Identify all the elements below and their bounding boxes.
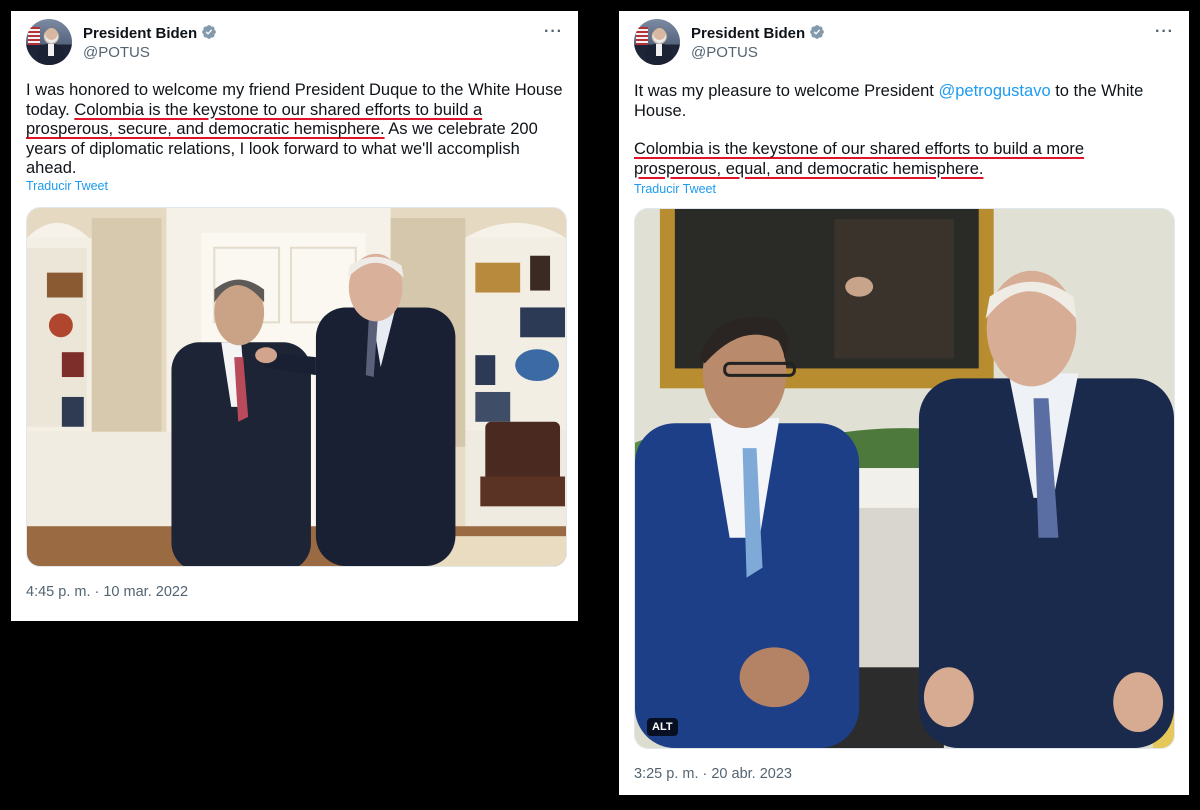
author-handle[interactable]: @POTUS xyxy=(83,44,150,61)
avatar-shirt xyxy=(48,44,54,56)
avatar[interactable] xyxy=(26,19,72,65)
alt-text-badge[interactable]: ALT xyxy=(647,718,678,736)
verified-badge-icon xyxy=(810,25,825,39)
underlined-quote: Colombia is the keystone of our shared e… xyxy=(634,140,1085,178)
tweet-header: President Biden @POTUS ··· xyxy=(26,19,563,67)
author-handle[interactable]: @POTUS xyxy=(691,44,758,61)
avatar-shirt xyxy=(656,44,662,56)
flag-decor xyxy=(636,27,648,45)
tweet-paragraph: Colombia is the keystone of our shared e… xyxy=(634,140,1174,179)
tweet-card-2022[interactable]: President Biden @POTUS ··· I was honored… xyxy=(11,11,578,621)
more-options-icon[interactable]: ··· xyxy=(1155,23,1174,41)
author-name-text[interactable]: President Biden xyxy=(83,25,197,42)
tweet-timestamp[interactable]: 3:25 p. m. · 20 abr. 2023 xyxy=(634,766,792,782)
flag-decor xyxy=(28,27,40,45)
more-options-icon[interactable]: ··· xyxy=(544,23,563,41)
oval-office-photo xyxy=(635,209,1174,748)
avatar-head xyxy=(45,28,58,43)
avatar-head xyxy=(653,28,666,43)
tweet-header: President Biden @POTUS ··· xyxy=(634,19,1174,67)
author-name[interactable]: President Biden xyxy=(83,24,217,42)
tweet-text: It was my pleasure to welcome President … xyxy=(634,82,1174,179)
tweet-paragraph: It was my pleasure to welcome President … xyxy=(634,82,1174,121)
tweet-photo[interactable] xyxy=(26,207,567,567)
tweet-text: I was honored to welcome my friend Presi… xyxy=(26,81,566,179)
mention-link[interactable]: @petrogustavo xyxy=(938,82,1050,100)
author-name-text[interactable]: President Biden xyxy=(691,25,805,42)
tweet-photo[interactable]: ALT xyxy=(634,208,1175,749)
translate-tweet-link[interactable]: Traducir Tweet xyxy=(634,182,716,196)
translate-tweet-link[interactable]: Traducir Tweet xyxy=(26,179,108,193)
tweet-timestamp[interactable]: 4:45 p. m. · 10 mar. 2022 xyxy=(26,584,188,600)
oval-office-photo xyxy=(27,208,566,566)
author-name[interactable]: President Biden xyxy=(691,24,825,42)
avatar[interactable] xyxy=(634,19,680,65)
verified-badge-icon xyxy=(202,25,217,39)
tweet-text-part: It was my pleasure to welcome President xyxy=(634,82,939,100)
tweet-card-2023[interactable]: President Biden @POTUS ··· It was my ple… xyxy=(619,11,1189,795)
